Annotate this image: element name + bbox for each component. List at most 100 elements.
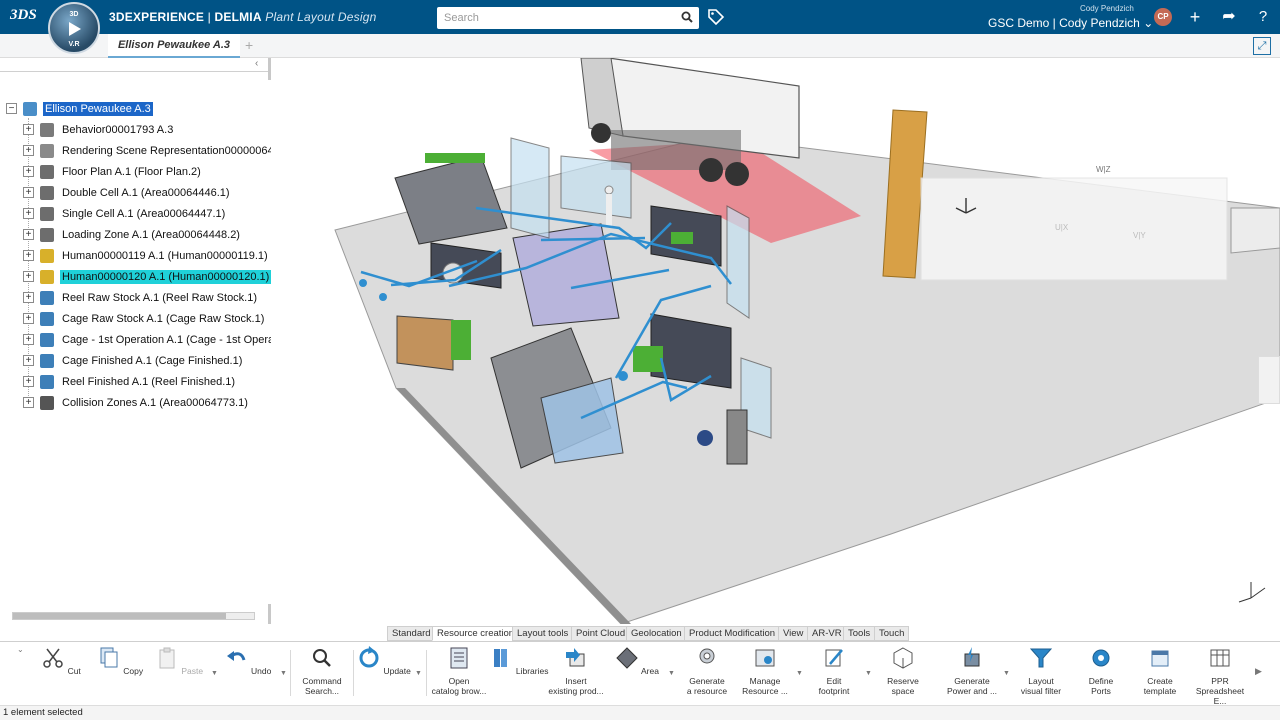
update-dropdown-icon[interactable]: ▼	[415, 670, 422, 677]
tree-item[interactable]: + Reel Raw Stock A.1 (Reel Raw Stock.1)	[6, 287, 268, 308]
tree-root[interactable]: − Ellison Pewaukee A.3	[6, 98, 268, 119]
tree-item[interactable]: + Cage Raw Stock A.1 (Cage Raw Stock.1)	[6, 308, 268, 329]
create-template-icon	[1151, 650, 1169, 667]
tab-tools[interactable]: Tools	[843, 626, 876, 641]
user-menu[interactable]: GSC Demo | Cody Pendzich ⌄	[988, 16, 1153, 30]
tree-item[interactable]: + Cage - 1st Operation A.1 (Cage - 1st Op…	[6, 329, 280, 350]
avatar[interactable]: CP	[1154, 8, 1172, 26]
tag-icon[interactable]	[707, 8, 725, 26]
collapse-node-icon[interactable]: −	[6, 103, 17, 114]
compass-icon[interactable]: 3D V.R	[48, 2, 100, 54]
tree-item[interactable]: + Double Cell A.1 (Area00064446.1)	[6, 182, 268, 203]
section-tabs: Standard Resource creation Layout tools …	[0, 624, 1280, 641]
search-input[interactable]: Search	[437, 7, 699, 29]
tree-item[interactable]: + Human00000119 A.1 (Human00000119.1)	[6, 245, 268, 266]
tab-product-modification[interactable]: Product Modification	[684, 626, 781, 641]
expand-node-icon[interactable]: +	[23, 145, 34, 156]
tree-item[interactable]: + Single Cell A.1 (Area00064447.1)	[6, 203, 268, 224]
compass-widget[interactable]	[920, 177, 1228, 281]
filter-icon	[1029, 648, 1053, 668]
share-icon[interactable]: ➦	[1219, 7, 1239, 27]
tab-layout-tools[interactable]: Layout tools	[512, 626, 574, 641]
footprint-dropdown-icon[interactable]: ▼	[865, 670, 872, 677]
undo-dropdown-icon[interactable]: ▼	[280, 670, 287, 677]
tree-item[interactable]: + Loading Zone A.1 (Area00064448.2)	[6, 224, 268, 245]
ppr-spreadsheet-button[interactable]: PPR Spreadsheet E...	[1189, 646, 1251, 706]
compass-label-v: V|Y	[1133, 231, 1146, 240]
scrollbar-thumb[interactable]	[13, 613, 226, 619]
tab-geolocation[interactable]: Geolocation	[626, 626, 687, 641]
edit-footprint-button[interactable]: Edit footprint	[803, 646, 865, 696]
expand-node-icon[interactable]: +	[23, 313, 34, 324]
expand-node-icon[interactable]: +	[23, 334, 34, 345]
insert-existing-product-button[interactable]: Insert existing prod...	[545, 646, 607, 696]
tree-node-icon	[40, 374, 54, 389]
tree-item[interactable]: + Rendering Scene Representation00000064 …	[6, 140, 283, 161]
reserve-space-button[interactable]: Reserve space	[872, 646, 934, 696]
tree-item[interactable]: + Reel Finished A.1 (Reel Finished.1)	[6, 371, 268, 392]
expand-node-icon[interactable]: +	[23, 397, 34, 408]
area-button[interactable]: Area	[606, 646, 668, 676]
tree-node-icon	[40, 248, 54, 263]
create-template-button[interactable]: Create template	[1129, 646, 1191, 696]
update-button[interactable]: Update	[353, 646, 415, 676]
libraries-button[interactable]: Libraries	[488, 646, 550, 676]
collapse-tree-icon[interactable]: ‹	[255, 58, 258, 69]
expand-node-icon[interactable]: +	[23, 208, 34, 219]
tab-resource-creation[interactable]: Resource creation	[432, 626, 520, 641]
area-dropdown-icon[interactable]: ▼	[668, 670, 675, 677]
status-text: 1 element selected	[3, 707, 83, 718]
manage-dropdown-icon[interactable]: ▼	[796, 670, 803, 677]
fullscreen-icon[interactable]: ⤢	[1253, 37, 1271, 55]
expand-node-icon[interactable]: +	[23, 271, 34, 282]
manage-resource-button[interactable]: Manage Resource ...	[734, 646, 796, 696]
add-icon[interactable]: +	[1185, 7, 1205, 27]
tree-item[interactable]: + Human00000120 A.1 (Human00000120.1)	[6, 266, 272, 287]
cut-label: Cut	[67, 666, 81, 676]
define-ports-button[interactable]: Define Ports	[1070, 646, 1132, 696]
tree-horizontal-scrollbar[interactable]	[12, 612, 255, 620]
tree-item[interactable]: + Cage Finished A.1 (Cage Finished.1)	[6, 350, 268, 371]
dassault-logo-icon[interactable]: 3DS	[10, 7, 37, 24]
search-icon[interactable]	[681, 11, 693, 23]
undo-button[interactable]: Undo	[217, 646, 279, 676]
paste-icon	[159, 647, 175, 669]
tree-item[interactable]: + Floor Plan A.1 (Floor Plan.2)	[6, 161, 268, 182]
expand-node-icon[interactable]: +	[23, 250, 34, 261]
expand-node-icon[interactable]: +	[23, 376, 34, 387]
help-icon[interactable]: ?	[1253, 7, 1273, 27]
action-bar-menu-icon[interactable]: ⌄	[17, 645, 24, 654]
glass-panel-2	[560, 155, 632, 219]
tree-item[interactable]: + Collision Zones A.1 (Area00064773.1)	[6, 392, 268, 413]
power-dropdown-icon[interactable]: ▼	[1003, 670, 1010, 677]
3d-viewport[interactable]: W|Z U|X V|Y	[271, 58, 1280, 624]
expand-node-icon[interactable]: +	[23, 355, 34, 366]
scroll-right-icon[interactable]: ▶	[1255, 666, 1262, 677]
tree-item[interactable]: + Behavior00001793 A.3	[6, 119, 268, 140]
paste-button[interactable]: Paste	[148, 646, 210, 676]
expand-node-icon[interactable]: +	[23, 292, 34, 303]
tab-ar-vr[interactable]: AR-VR	[807, 626, 847, 641]
tab-ellison-pewaukee[interactable]: Ellison Pewaukee A.3	[108, 34, 240, 58]
generate-power-button[interactable]: Generate Power and ...	[941, 646, 1003, 696]
tree-item-label: Cage Finished A.1 (Cage Finished.1)	[62, 354, 243, 367]
generate-power-label-1: Generate	[954, 676, 990, 686]
tab-view[interactable]: View	[778, 626, 809, 641]
expand-node-icon[interactable]: +	[23, 229, 34, 240]
tab-standard[interactable]: Standard	[387, 626, 436, 641]
expand-node-icon[interactable]: +	[23, 187, 34, 198]
plant-layout-scene[interactable]: W|Z U|X V|Y	[271, 58, 1280, 624]
expand-node-icon[interactable]: +	[23, 166, 34, 177]
green-bin-3	[425, 153, 485, 163]
layout-visual-filter-button[interactable]: Layout visual filter	[1010, 646, 1072, 696]
open-catalog-browser-button[interactable]: Open catalog brow...	[428, 646, 490, 696]
cut-button[interactable]: Cut	[30, 646, 92, 676]
generate-resource-button[interactable]: Generate a resource	[676, 646, 738, 696]
viewport-side-toolbar[interactable]	[1258, 356, 1280, 404]
tab-point-cloud[interactable]: Point Cloud	[571, 626, 631, 641]
tab-touch[interactable]: Touch	[874, 626, 910, 641]
expand-node-icon[interactable]: +	[23, 124, 34, 135]
copy-button[interactable]: Copy	[89, 646, 151, 676]
command-search-button[interactable]: Command Search...	[291, 646, 353, 696]
add-tab-button[interactable]: +	[245, 37, 253, 53]
